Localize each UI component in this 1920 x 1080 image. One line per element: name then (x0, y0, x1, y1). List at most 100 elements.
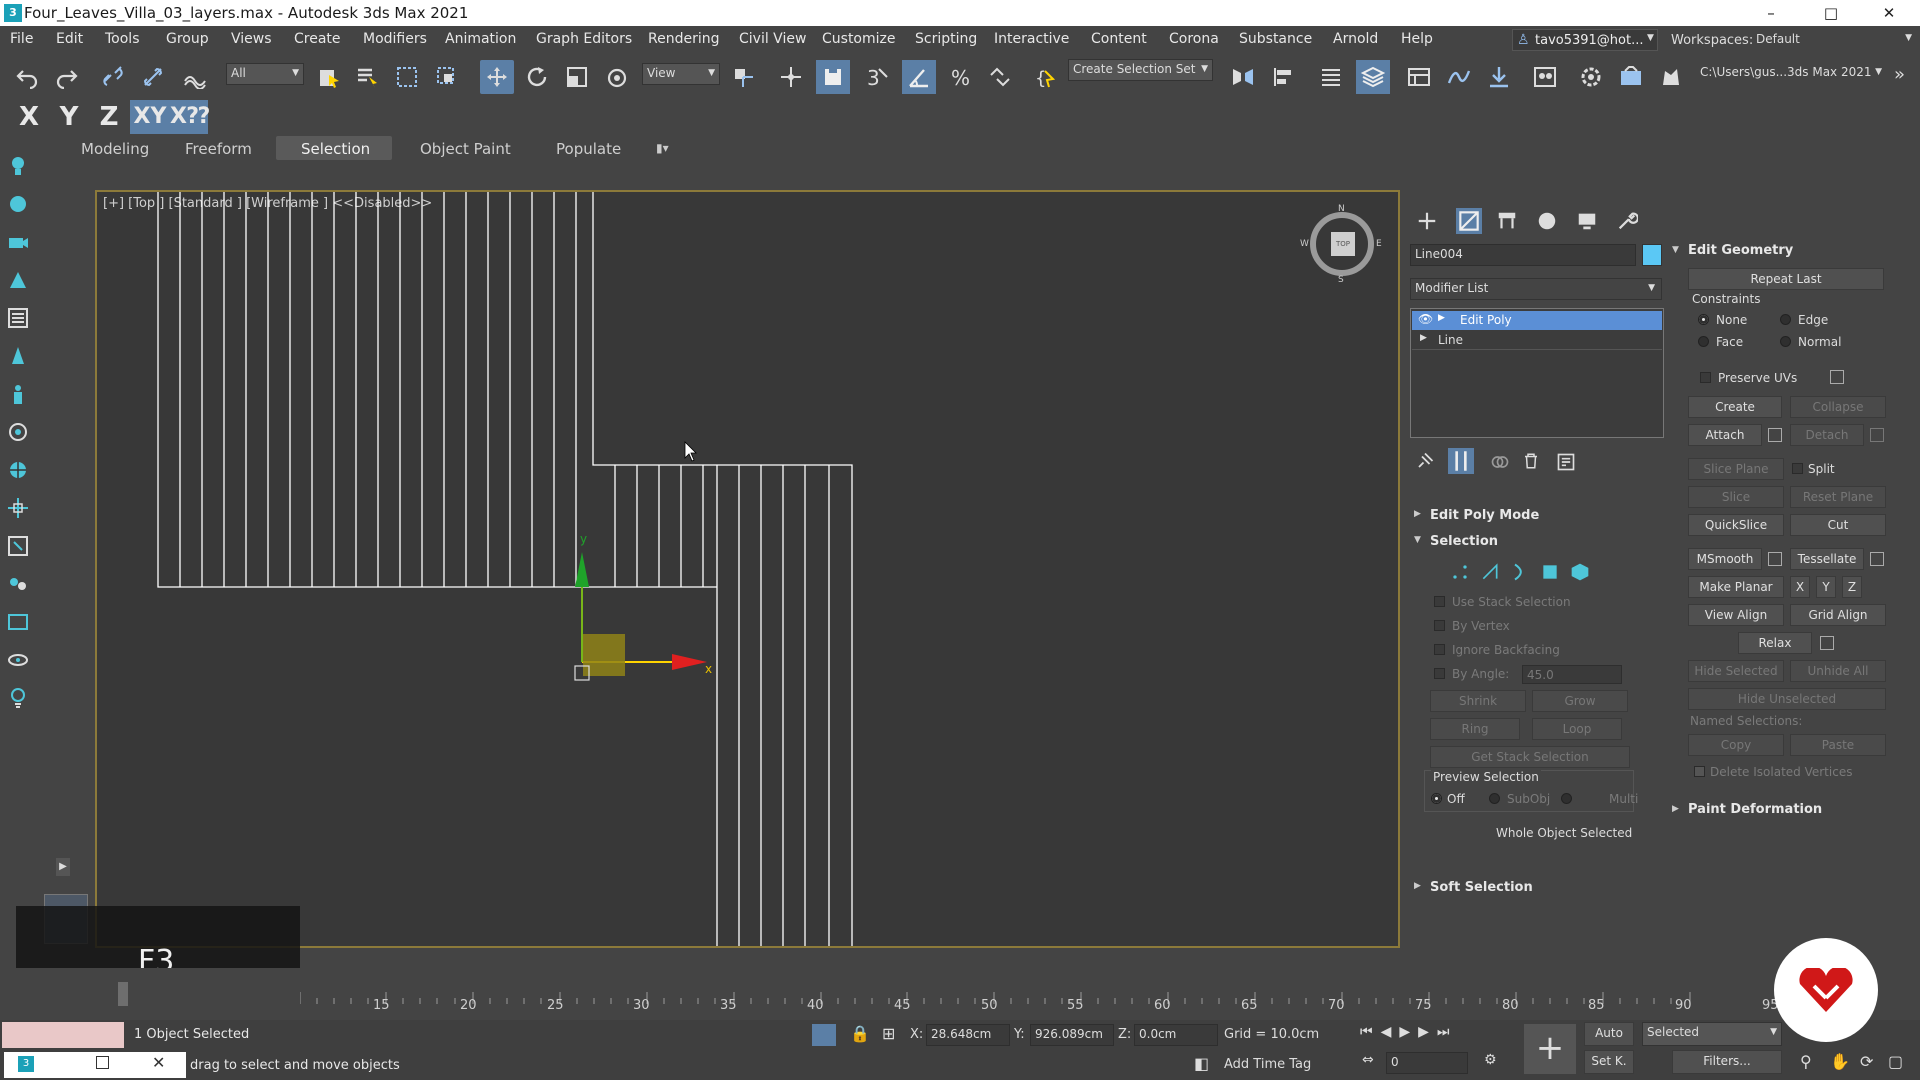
border-mode-icon[interactable] (1510, 562, 1530, 582)
isolate-selection-icon[interactable] (812, 1024, 836, 1046)
msmooth-settings-icon[interactable] (1768, 552, 1782, 566)
spinner-snap-icon[interactable] (984, 62, 1014, 92)
constraint-face-radio[interactable] (1698, 336, 1709, 347)
viewcube-top-face[interactable]: TOP (1331, 232, 1355, 256)
use-stack-selection-checkbox[interactable] (1434, 596, 1445, 607)
split-checkbox[interactable] (1792, 463, 1803, 474)
menu-group[interactable]: Group (166, 31, 209, 47)
select-object-icon[interactable] (314, 62, 344, 92)
menu-help[interactable]: Help (1401, 31, 1433, 47)
project-folder-dropdown[interactable]: C:\Users\gus...3ds Max 2021 ▼ (1696, 63, 1886, 85)
set-key-button[interactable]: Set K. (1584, 1050, 1634, 1074)
playback-controls[interactable]: ⏮◀▶▶⏭ (1360, 1024, 1536, 1046)
add-time-tag[interactable]: Add Time Tag (1224, 1057, 1311, 1072)
select-by-name-icon[interactable] (352, 62, 382, 92)
attach-button[interactable]: Attach (1688, 424, 1762, 446)
delete-modifier-icon[interactable] (1522, 452, 1540, 470)
repeat-last-button[interactable]: Repeat Last (1688, 268, 1884, 290)
taskbar-thumbnail[interactable]: 3 ✕ (4, 1052, 186, 1078)
orbit-icon[interactable]: ⟳ (1860, 1052, 1873, 1071)
key-filter-dropdown[interactable]: Selected ▼ (1642, 1022, 1782, 1046)
ribbon-options-icon[interactable]: ▮▾ (656, 141, 669, 155)
unlink-icon[interactable] (138, 62, 168, 92)
preserve-uvs-checkbox[interactable] (1700, 372, 1711, 383)
y-coord-field[interactable]: 926.089cm (1030, 1024, 1114, 1046)
quickslice-button[interactable]: QuickSlice (1688, 514, 1784, 536)
grid-align-button[interactable]: Grid Align (1790, 604, 1886, 626)
material-editor-icon[interactable] (1530, 62, 1560, 92)
by-vertex-checkbox[interactable] (1434, 620, 1445, 631)
get-stack-selection-button[interactable]: Get Stack Selection (1430, 746, 1630, 768)
workspaces-dropdown[interactable]: Default ▼ (1752, 30, 1916, 51)
list-icon[interactable] (6, 306, 30, 330)
z-coord-field[interactable]: 0.0cm (1134, 1024, 1218, 1046)
absolute-mode-icon[interactable]: ⊞ (882, 1024, 895, 1043)
pivot-center-icon[interactable] (728, 62, 758, 92)
detach-button[interactable]: Detach (1790, 424, 1864, 446)
slice-plane-button[interactable]: Slice Plane (1688, 458, 1784, 480)
detach-settings-icon[interactable] (1870, 428, 1884, 442)
named-selection-dropdown[interactable]: Create Selection Set ▼ (1068, 59, 1213, 81)
rollout-soft-selection[interactable]: ▶ Soft Selection (1410, 878, 1664, 898)
by-angle-spinner[interactable]: 45.0 (1522, 665, 1622, 684)
modifier-list-dropdown[interactable]: Modifier List ▼ (1410, 278, 1662, 300)
align-icon[interactable] (1268, 62, 1298, 92)
maximize-viewport-icon[interactable]: ▢ (1888, 1052, 1903, 1071)
delete-isolated-checkbox[interactable] (1694, 766, 1705, 777)
attach-settings-icon[interactable] (1768, 428, 1782, 442)
stack-item-edit-poly[interactable]: 👁 ▶ Edit Poly (1412, 311, 1662, 330)
axis-y-button[interactable]: Y (52, 100, 86, 134)
person-icon[interactable] (6, 382, 30, 406)
copy-button[interactable]: Copy (1688, 734, 1784, 756)
menu-rendering[interactable]: Rendering (648, 31, 720, 47)
element-mode-icon[interactable] (1570, 562, 1590, 582)
paste-button[interactable]: Paste (1790, 734, 1886, 756)
time-tag-icon[interactable]: ◧ (1194, 1054, 1209, 1073)
zoom-icon[interactable]: ⚲ (1800, 1052, 1812, 1071)
select-and-move-icon[interactable] (480, 60, 514, 94)
reference-coordinate-dropdown[interactable]: View ▼ (642, 63, 720, 85)
toggle-ribbon-icon[interactable] (1404, 62, 1434, 92)
menu-edit[interactable]: Edit (56, 31, 83, 47)
preview-multi-radio[interactable] (1561, 793, 1572, 804)
current-frame-field[interactable]: 0 (1386, 1052, 1468, 1074)
tab-freeform[interactable]: Freeform (185, 140, 252, 158)
object-color-swatch[interactable] (1642, 244, 1662, 266)
menu-create[interactable]: Create (294, 31, 341, 47)
angle-snap-icon[interactable] (902, 60, 936, 94)
hide-selected-button[interactable]: Hide Selected (1688, 660, 1784, 682)
rendered-frame-window-icon[interactable] (1616, 62, 1646, 92)
by-angle-checkbox[interactable] (1434, 668, 1445, 679)
motion-tab-icon[interactable] (1536, 210, 1558, 232)
filters-button[interactable]: Filters... (1672, 1050, 1782, 1074)
tessellate-settings-icon[interactable] (1870, 552, 1884, 566)
minimize-button[interactable]: – (1748, 0, 1794, 26)
light-icon[interactable] (6, 154, 30, 178)
display-tab-icon[interactable] (1576, 210, 1598, 232)
selection-filter-dropdown[interactable]: All ▼ (226, 63, 304, 85)
container-icon[interactable] (6, 534, 30, 558)
time-config-icon[interactable]: ⇔ (1362, 1052, 1374, 1068)
preview-subobj-radio[interactable] (1489, 793, 1500, 804)
percent-snap-icon[interactable]: % (946, 62, 976, 92)
tab-object-paint[interactable]: Object Paint (420, 140, 511, 158)
create-tab-icon[interactable] (1416, 210, 1438, 232)
utilities-tab-icon[interactable] (1616, 210, 1638, 232)
edge-mode-icon[interactable] (1480, 562, 1500, 582)
bind-spacewarp-icon[interactable] (180, 62, 210, 92)
scene-explorer-icon[interactable] (1316, 62, 1346, 92)
relax-button[interactable]: Relax (1738, 632, 1812, 654)
keyboard-shortcut-override-icon[interactable] (816, 60, 850, 94)
pan-icon[interactable]: ✋ (1830, 1052, 1850, 1071)
planar-y-button[interactable]: Y (1816, 576, 1836, 598)
constraint-normal-radio[interactable] (1780, 336, 1791, 347)
select-and-place-icon[interactable] (602, 62, 632, 92)
rollout-edit-poly-mode[interactable]: ▶ Edit Poly Mode (1410, 506, 1664, 526)
tab-selection[interactable]: Selection (301, 140, 370, 158)
make-planar-button[interactable]: Make Planar (1688, 576, 1784, 598)
toolbar-overflow-icon[interactable]: » (1894, 64, 1905, 85)
menu-arnold[interactable]: Arnold (1333, 31, 1378, 47)
tree-icon[interactable] (6, 344, 30, 368)
grid-icon[interactable] (6, 496, 30, 520)
preview-off-radio[interactable] (1431, 793, 1442, 804)
